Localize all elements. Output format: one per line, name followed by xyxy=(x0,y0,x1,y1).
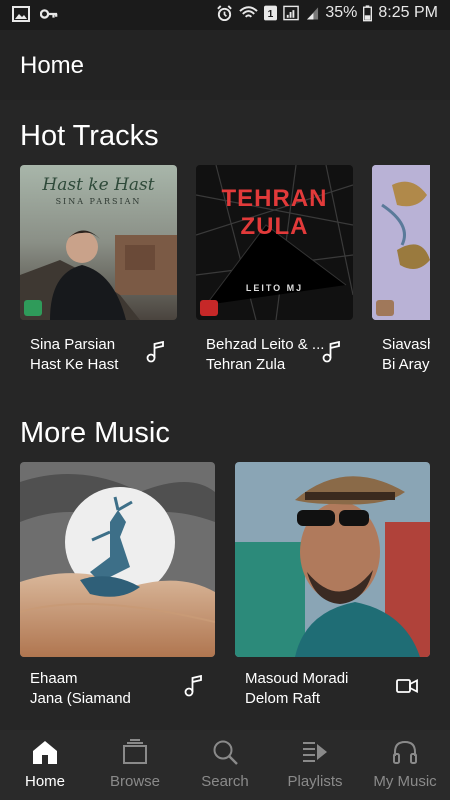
track-card[interactable]: Hast ke Hast SINA PARSIAN Sina Parsian H… xyxy=(20,165,177,373)
video-icon[interactable] xyxy=(396,678,418,694)
music-note-icon[interactable] xyxy=(146,341,166,363)
label-logo xyxy=(24,300,42,316)
app-bar: Home xyxy=(0,30,450,100)
track-name: Tehran Zula xyxy=(206,356,286,373)
playlists-icon xyxy=(303,742,327,762)
track-info: Behzad Leito & ... Tehran Zula xyxy=(206,335,324,375)
track-name: Delom Raft xyxy=(245,690,321,707)
browse-icon xyxy=(123,739,147,764)
album-art: Hast ke Hast SINA PARSIAN xyxy=(20,165,177,320)
music-note-icon[interactable] xyxy=(184,675,204,697)
nav-label: Search xyxy=(201,773,249,790)
artist-name: Behzad Leito & ... xyxy=(206,336,325,353)
nav-my-music[interactable]: My Music xyxy=(360,730,450,800)
more-music-grid[interactable]: Ehaam Jana (Siamand Masoud Moradi Delom … xyxy=(20,462,430,722)
battery-percent: 35% xyxy=(325,4,358,21)
home-feed[interactable]: Hot Tracks Hast ke Hast SINA PARSIAN Sin… xyxy=(0,100,450,730)
clock: 8:25 PM xyxy=(378,4,438,21)
nav-playlists[interactable]: Playlists xyxy=(270,730,360,800)
label-logo xyxy=(200,300,218,316)
nav-label: Home xyxy=(24,773,65,790)
video-thumbnail xyxy=(235,462,430,657)
album-art-title: Hast ke Hast xyxy=(42,175,155,195)
album-art xyxy=(20,462,215,657)
artist-name: Siavash xyxy=(382,336,430,353)
sim-1-icon: 1 xyxy=(264,5,278,21)
album-art-subtitle: LEITO MJ xyxy=(245,283,304,293)
bottom-navigation: Home Browse Search Playlists My Music xyxy=(0,730,450,800)
video-card[interactable]: Masoud Moradi Delom Raft xyxy=(235,462,430,707)
key-icon xyxy=(40,9,58,19)
status-bar: 1 35% 8:25 PM xyxy=(0,0,450,30)
track-info: Sina Parsian Hast Ke Hast xyxy=(30,335,118,375)
album-art-title: TEHRAN ZULA xyxy=(221,185,328,240)
signal-strength-icon xyxy=(307,7,319,20)
headphones-icon xyxy=(393,740,417,764)
track-info: Siavash Bi Arayo xyxy=(382,335,430,375)
svg-text:1: 1 xyxy=(268,9,274,20)
album-art: TEHRAN ZULA LEITO MJ xyxy=(196,165,353,320)
track-name: Bi Arayo xyxy=(382,356,430,373)
page-title: Home xyxy=(20,52,85,79)
track-info: Masoud Moradi Delom Raft xyxy=(245,669,348,709)
image-notification-icon xyxy=(12,6,30,22)
artist-name: Sina Parsian xyxy=(30,336,116,353)
nav-label: Playlists xyxy=(287,773,343,790)
signal-icon xyxy=(283,5,300,21)
battery-icon xyxy=(363,4,373,21)
section-title-hot-tracks: Hot Tracks xyxy=(20,120,159,152)
section-title-more-music: More Music xyxy=(20,417,170,449)
hot-tracks-carousel[interactable]: Hast ke Hast SINA PARSIAN Sina Parsian H… xyxy=(20,165,430,385)
nav-label: Browse xyxy=(109,773,161,790)
nav-label: My Music xyxy=(373,773,437,790)
alarm-icon xyxy=(217,4,233,21)
artist-name: Ehaam xyxy=(30,670,78,687)
track-name: Jana (Siamand xyxy=(30,690,131,707)
artist-name: Masoud Moradi xyxy=(245,670,349,687)
track-info: Ehaam Jana (Siamand xyxy=(30,669,131,709)
wifi-icon xyxy=(239,6,259,18)
nav-search[interactable]: Search xyxy=(180,730,270,800)
track-name: Hast Ke Hast xyxy=(30,356,119,373)
track-card[interactable]: Ehaam Jana (Siamand xyxy=(20,462,215,707)
track-card[interactable]: TEHRAN ZULA LEITO MJ Behzad Leito & ... … xyxy=(196,165,353,373)
track-card[interactable]: Siavash Bi Arayo xyxy=(372,165,430,373)
music-note-icon[interactable] xyxy=(322,341,342,363)
nav-home[interactable]: Home xyxy=(0,730,90,800)
album-art-subtitle: SINA PARSIAN xyxy=(55,197,142,206)
album-art xyxy=(372,165,430,320)
label-logo xyxy=(376,300,394,316)
home-icon xyxy=(33,741,57,764)
nav-browse[interactable]: Browse xyxy=(90,730,180,800)
search-icon xyxy=(213,740,238,765)
